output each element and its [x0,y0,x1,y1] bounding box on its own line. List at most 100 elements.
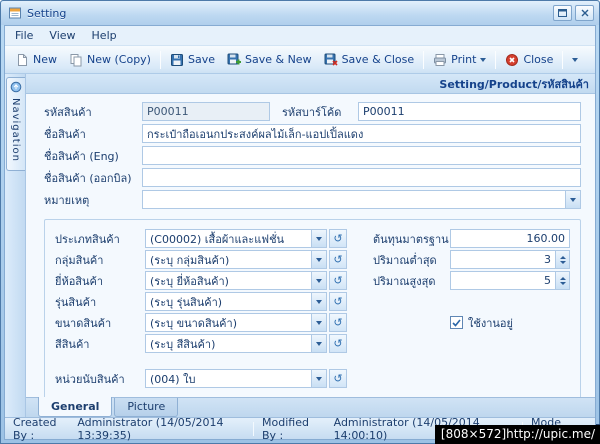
restore-button[interactable] [553,5,572,21]
new-copy-button[interactable]: New (Copy) [63,50,157,70]
standard-cost-label: ต้นทุนมาตรฐาน [373,232,449,246]
field-row: กลุ่มสินค้า (ระบุ กลุ่มสินค้า) ↺ [55,250,347,269]
spin-down-icon [559,281,566,285]
group-combo[interactable]: (ระบุ กลุ่มสินค้า) [145,250,327,269]
toolbar-separator [495,50,497,69]
new-page-icon [18,53,27,66]
close-window-button[interactable] [575,5,594,21]
color-label: สีสินค้า [55,337,90,351]
toolbar-overflow-button[interactable] [566,55,584,65]
field-row: ชื่อสินค้า (ออกบิล) [44,168,581,187]
menu-file[interactable]: File [7,27,41,44]
unit-dropdown-button[interactable] [312,369,327,388]
toolbar-separator [562,50,564,69]
spin-down-icon [559,260,566,264]
close-button[interactable]: Close [499,50,559,70]
created-by-value: Administrator (14/05/2014 13:39:35) [77,415,224,442]
tab-general[interactable]: General [38,397,113,417]
refresh-icon: ↺ [333,232,343,245]
refresh-icon: ↺ [333,253,343,266]
category-combo[interactable]: (C00002) เสื้อผ้าและแฟชั่น [145,229,327,248]
group-dropdown-button[interactable] [312,250,327,269]
max-qty-spin-buttons[interactable] [556,271,570,290]
max-qty-value: 5 [450,271,556,290]
standard-cost-value: 160.00 [450,229,570,248]
save-button[interactable]: Save [164,50,221,70]
save-and-close-button[interactable]: Save & Close [318,50,421,70]
product-name-eng-label: ชื่อสินค้า (Eng) [44,149,119,163]
brand-combo[interactable]: (ระบุ ยี่ห้อสินค้า) [145,271,327,290]
remark-label: หมายเหตุ [44,193,90,207]
remark-dropdown-button[interactable] [566,190,581,209]
unit-refresh-button[interactable]: ↺ [329,369,347,388]
size-refresh-button[interactable]: ↺ [329,313,347,332]
active-field: ใช้งานอยู่ [450,313,570,332]
unit-combo[interactable]: (004) ใบ [145,369,327,388]
field-row: รุ่นสินค้า (ระบุ รุ่นสินค้า) ↺ [55,292,347,311]
product-code-input[interactable]: P00011 [142,102,270,121]
field-row: ขนาดสินค้า (ระบุ ขนาดสินค้า) ↺ [55,313,347,332]
group-refresh-button[interactable]: ↺ [329,250,347,269]
statusbar-separator [253,421,254,436]
field-row: หมายเหตุ [44,190,581,209]
toolbar-separator [159,50,161,69]
save-new-icon [227,53,241,64]
restore-icon [558,9,567,17]
navigation-label: Navigation [10,98,21,162]
color-combo[interactable]: (ระบุ สีสินค้า) [145,334,327,353]
unit-value: (004) ใบ [145,369,312,388]
field-row: ปริมาณสูงสุด 5 [373,271,570,290]
print-icon [434,53,447,66]
refresh-icon: ↺ [333,295,343,308]
product-name-eng-input[interactable] [142,146,581,165]
min-qty-spin-buttons[interactable] [556,250,570,269]
navigation-tab[interactable]: Navigation [5,77,25,171]
remark-combo[interactable] [142,190,581,209]
max-qty-spinner[interactable]: 5 [450,271,570,290]
chevron-down-icon [480,57,487,62]
tab-picture[interactable]: Picture [114,398,179,417]
model-refresh-button[interactable]: ↺ [329,292,347,311]
setting-window: Setting File View Help New New (Copy) Sa… [0,0,600,444]
new-copy-button-label: New (Copy) [87,53,151,66]
size-dropdown-button[interactable] [312,313,327,332]
modified-by-label: Modified By : [262,415,309,442]
breadcrumb-band: Setting/Product/รหัสสินค้า [26,74,595,94]
product-name-input[interactable]: กระเป๋าถือเอนกประสงค์ผลไม้เล็ก-แอปเปิ้ลแ… [142,124,581,143]
chevron-down-icon [570,197,576,202]
check-icon [452,318,461,327]
form-content: รหัสสินค้า P00011 รหัสบาร์โค้ด P00011 ชื… [26,94,595,397]
empty-row [373,292,570,311]
title-bar[interactable]: Setting [1,1,599,25]
model-dropdown-button[interactable] [312,292,327,311]
product-name-label: ชื่อสินค้า [44,127,86,141]
active-checkbox[interactable] [450,316,463,329]
menu-bar: File View Help [5,26,595,46]
category-dropdown-button[interactable] [312,229,327,248]
chevron-down-icon [316,299,322,304]
barcode-input[interactable]: P00011 [358,102,581,121]
size-combo[interactable]: (ระบุ ขนาดสินค้า) [145,313,327,332]
model-combo[interactable]: (ระบุ รุ่นสินค้า) [145,292,327,311]
product-name-bill-input[interactable] [142,168,581,187]
standard-cost-input[interactable]: 160.00 [450,229,570,248]
category-refresh-button[interactable]: ↺ [329,229,347,248]
min-qty-value: 3 [450,250,556,269]
color-dropdown-button[interactable] [312,334,327,353]
brand-dropdown-button[interactable] [312,271,327,290]
save-and-new-button[interactable]: Save & New [221,50,318,70]
group-label: กลุ่มสินค้า [55,253,104,267]
close-icon [581,9,588,17]
min-qty-spinner[interactable]: 3 [450,250,570,269]
menu-view[interactable]: View [41,27,83,44]
print-button[interactable]: Print [427,50,492,70]
new-button[interactable]: New [9,50,63,70]
chevron-down-icon [316,341,322,346]
field-row: ต้นทุนมาตรฐาน 160.00 [373,229,570,248]
menu-help[interactable]: Help [84,27,125,44]
save-icon [170,53,183,66]
brand-refresh-button[interactable]: ↺ [329,271,347,290]
watermark: [808×572]http://upic.me/ [434,425,600,444]
product-name-bill-label: ชื่อสินค้า (ออกบิล) [44,171,132,185]
color-refresh-button[interactable]: ↺ [329,334,347,353]
